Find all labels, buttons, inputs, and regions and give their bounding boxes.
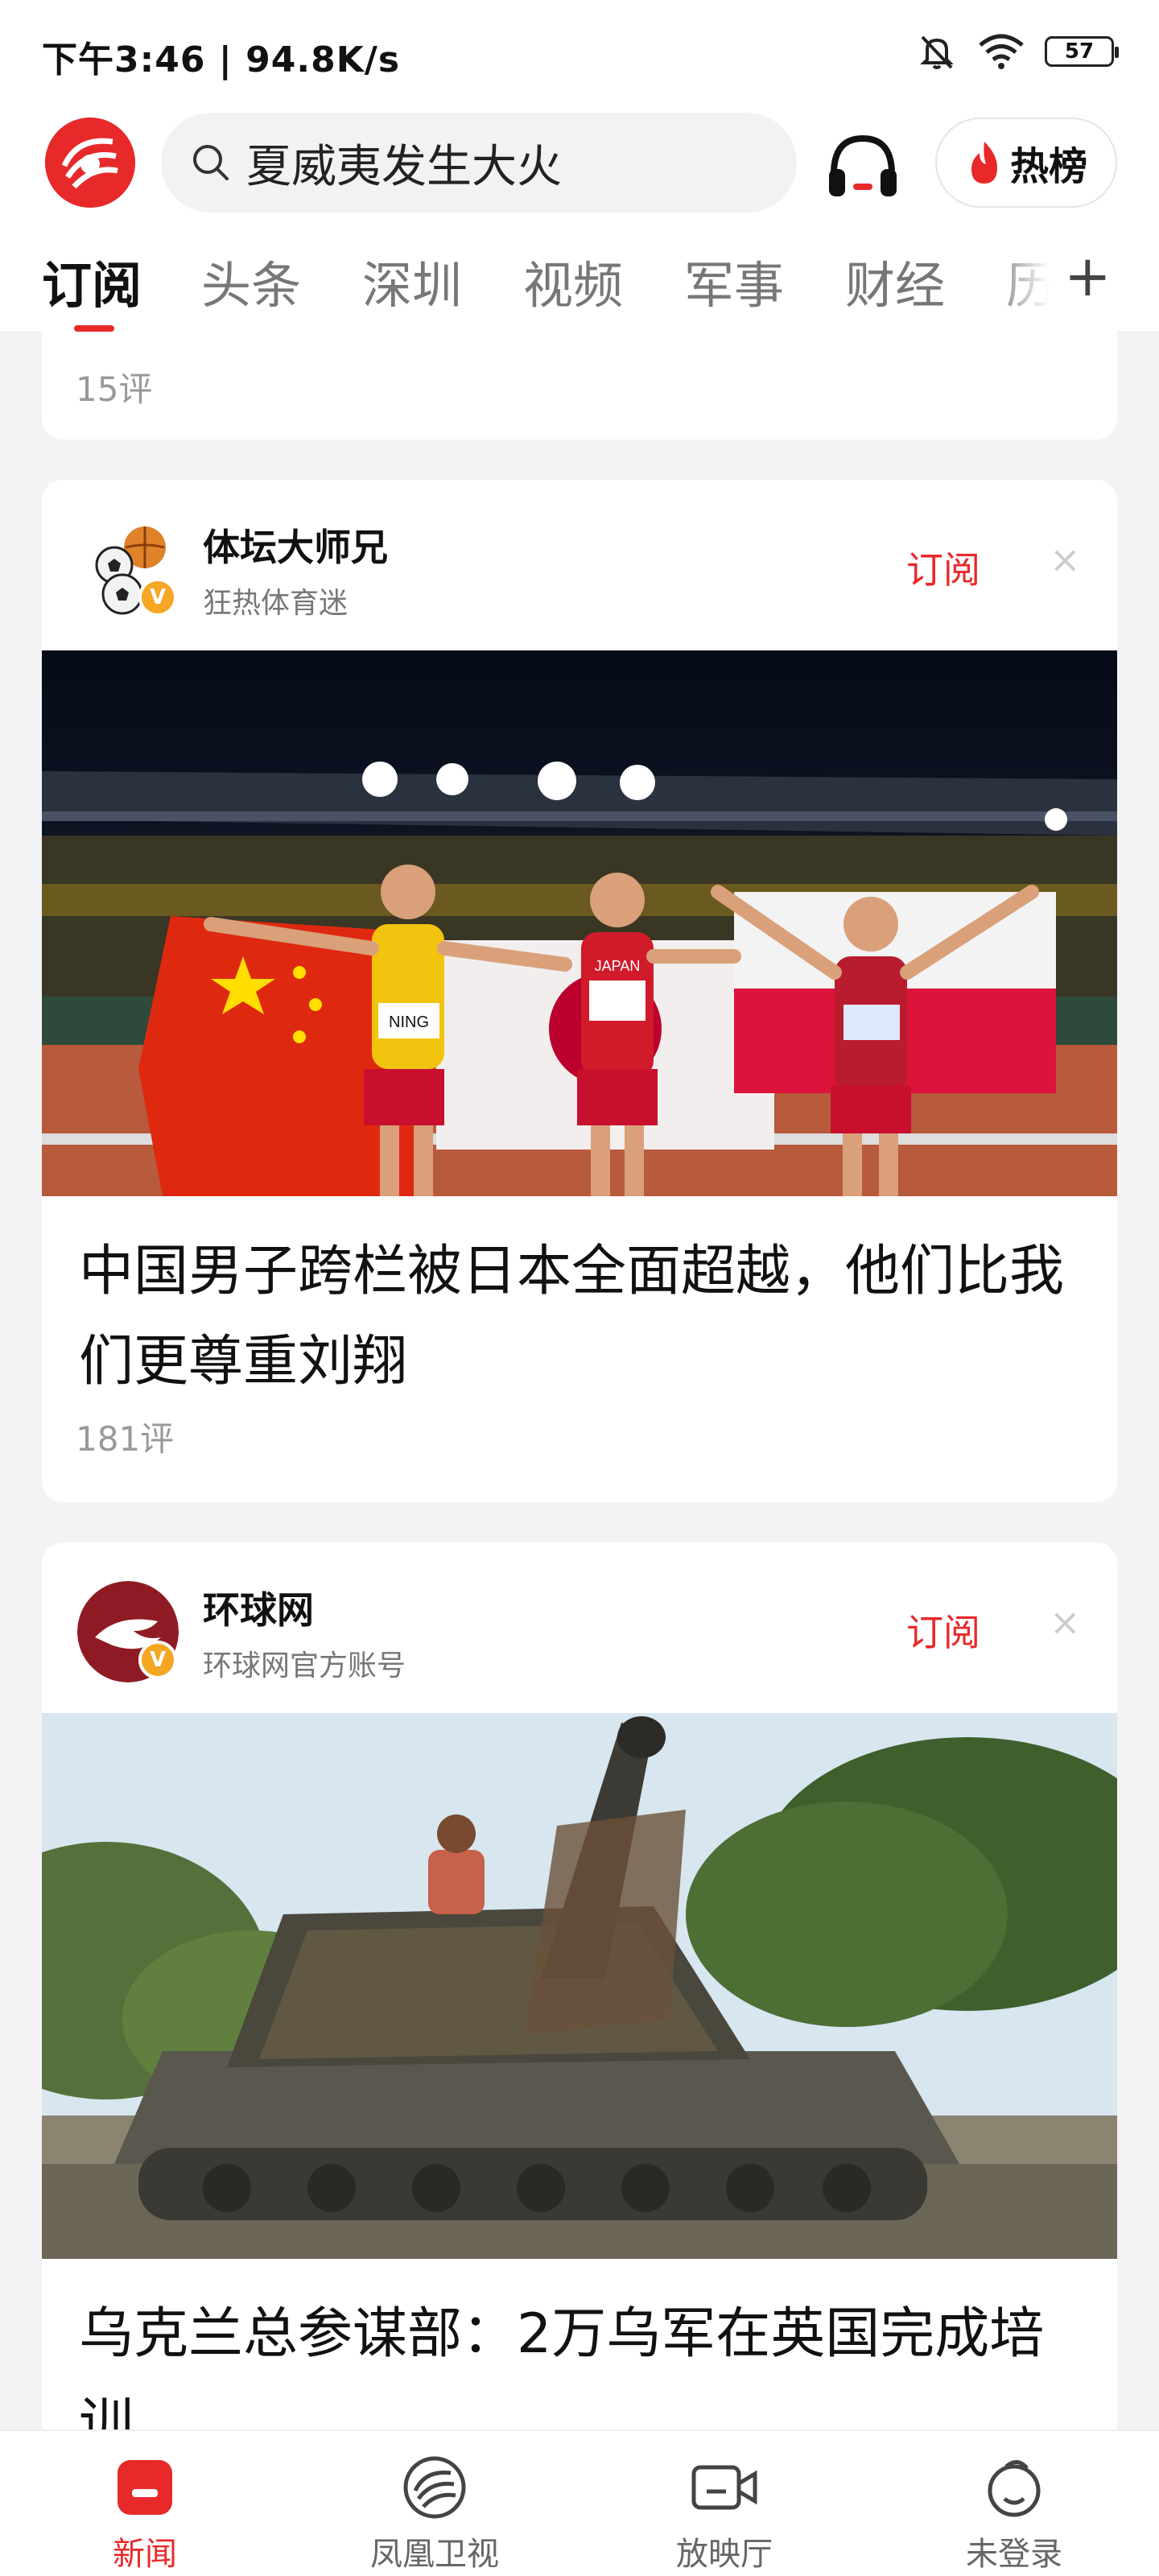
profile-icon (980, 2454, 1048, 2521)
verified-badge-icon: V (138, 578, 177, 617)
bottom-navigation: 新闻 凤凰卫视 放映厅 未登录 (0, 2429, 1159, 2576)
subscribe-button[interactable]: 订阅 (906, 1604, 980, 1657)
nav-phoenix-tv[interactable]: 凤凰卫视 (290, 2431, 580, 2576)
article-image[interactable] (42, 1713, 1117, 2259)
comment-count: 181评 (76, 1419, 175, 1459)
source-name[interactable]: 环球网 (203, 1581, 314, 1634)
bib-left-text: NING (389, 1013, 429, 1031)
news-card[interactable]: V 体坛大师兄 狂热体育迷 订阅 × NING JAPAN 中国男子跨栏被日本全… (42, 480, 1117, 1502)
source-row: V 环球网 环球网官方账号 订阅 × (42, 1542, 1117, 1713)
nav-phoenix-tv-label: 凤凰卫视 (370, 2536, 499, 2573)
search-icon (193, 145, 229, 180)
search-query: 夏威夷发生大火 (246, 140, 562, 193)
nav-profile[interactable]: 未登录 (869, 2431, 1159, 2576)
status-time-speed: 下午3:46 | 94.8K/s (42, 39, 401, 80)
battery-level: 57 (1064, 39, 1095, 64)
flame-icon (971, 142, 997, 184)
tab-shenzhen[interactable]: 深圳 (362, 245, 462, 317)
hot-list-button[interactable]: 热榜 (935, 118, 1117, 208)
nav-cinema-label: 放映厅 (676, 2536, 773, 2573)
tab-video[interactable]: 视频 (523, 245, 623, 317)
status-bar: 下午3:46 | 94.8K/s 57 (0, 0, 1159, 103)
phoenix-tv-icon (401, 2454, 468, 2521)
active-tab-indicator (74, 325, 114, 332)
dismiss-icon[interactable]: × (1050, 538, 1081, 581)
comment-count: 15评 (76, 369, 153, 409)
wifi-icon (979, 34, 1024, 69)
tab-finance[interactable]: 财经 (845, 245, 945, 317)
nav-cinema[interactable]: 放映厅 (580, 2431, 869, 2576)
hot-list-label: 热榜 (1009, 144, 1087, 189)
nav-news[interactable]: 新闻 (0, 2431, 290, 2576)
video-camera-icon (691, 2454, 758, 2521)
bib-mid-text: JAPAN (595, 958, 641, 974)
channel-tabs: 订阅 头条 深圳 视频 军事 财经 历 + (0, 222, 1159, 333)
mute-bell-icon (920, 35, 954, 69)
source-description: 环球网官方账号 (203, 1649, 406, 1682)
source-description: 狂热体育迷 (203, 587, 349, 620)
source-name[interactable]: 体坛大师兄 (203, 518, 388, 572)
search-bar[interactable]: 夏威夷发生大火 (161, 113, 797, 213)
add-channel-icon[interactable]: + (1064, 243, 1112, 309)
tab-subscribe[interactable]: 订阅 (42, 245, 142, 317)
article-title[interactable]: 乌克兰总参谋部：2万乌军在英国完成培训 (42, 2259, 1117, 2444)
verified-badge-icon: V (138, 1641, 177, 1679)
tab-headlines[interactable]: 头条 (201, 245, 301, 317)
dismiss-icon[interactable]: × (1050, 1600, 1081, 1644)
battery-icon: 57 (1045, 36, 1119, 67)
nav-news-label: 新闻 (113, 2536, 177, 2573)
app-header: 夏威夷发生大火 热榜 (0, 103, 1159, 222)
headphones-icon[interactable] (823, 126, 903, 206)
article-title[interactable]: 中国男子跨栏被日本全面超越，他们比我们更尊重刘翔 (42, 1196, 1117, 1407)
news-icon (111, 2454, 179, 2521)
subscribe-button[interactable]: 订阅 (906, 541, 980, 594)
nav-profile-label: 未登录 (966, 2536, 1062, 2573)
news-card[interactable]: 15评 (42, 332, 1117, 440)
article-image[interactable]: NING JAPAN (42, 650, 1117, 1196)
source-row: V 体坛大师兄 狂热体育迷 订阅 × (42, 480, 1117, 650)
phoenix-logo-icon[interactable] (45, 118, 135, 208)
tab-military[interactable]: 军事 (684, 245, 784, 317)
news-card[interactable]: V 环球网 环球网官方账号 订阅 × 乌克兰总参谋部：2万乌军在英国完成培训 (42, 1542, 1117, 2444)
